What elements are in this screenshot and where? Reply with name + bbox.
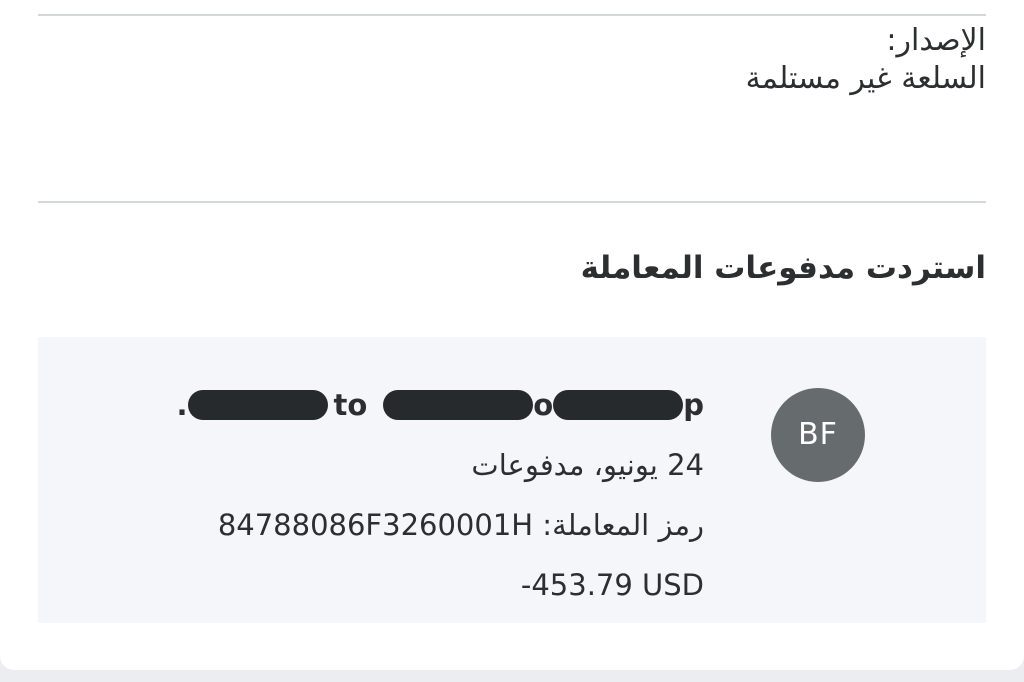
name-fragment: o bbox=[533, 388, 554, 422]
redaction-bar bbox=[553, 390, 684, 420]
name-word-to: to bbox=[333, 388, 368, 422]
redaction-bar bbox=[383, 390, 534, 420]
transaction-code-label: رمز المعاملة: bbox=[542, 508, 704, 542]
transaction-date-type: 24 يونيو، مدفوعات bbox=[471, 448, 704, 482]
transaction-code-value: 84788086F3260001H bbox=[217, 508, 534, 542]
dispute-details-card: الإصدار: السلعة غير مستلمة استردت مدفوعا… bbox=[0, 0, 1024, 670]
section-divider bbox=[38, 201, 986, 203]
section-title: استردت مدفوعات المعاملة bbox=[580, 250, 986, 286]
transaction-code-line: رمز المعاملة: 84788086F3260001H bbox=[176, 495, 704, 555]
issue-label: الإصدار: bbox=[886, 23, 986, 58]
transaction-amount-value: -453.79 USD bbox=[520, 568, 704, 602]
transaction-name-line: . to o p bbox=[176, 375, 704, 435]
avatar: BF bbox=[771, 388, 865, 482]
issue-value: السلعة غير مستلمة bbox=[745, 61, 986, 96]
issue-block: الإصدار: السلعة غير مستلمة bbox=[746, 22, 986, 98]
redaction-bar bbox=[187, 390, 328, 420]
name-lead: . bbox=[176, 388, 188, 422]
name-tail: p bbox=[683, 388, 704, 422]
transaction-name: . to o p bbox=[176, 375, 704, 435]
transaction-item[interactable]: BF . to o p 24 يونيو، مدفوعات رمز المعام… bbox=[38, 337, 986, 623]
top-divider bbox=[38, 14, 986, 16]
transaction-amount: -453.79 USD bbox=[176, 555, 704, 615]
transaction-details: . to o p 24 يونيو، مدفوعات رمز المعاملة:… bbox=[176, 375, 704, 615]
